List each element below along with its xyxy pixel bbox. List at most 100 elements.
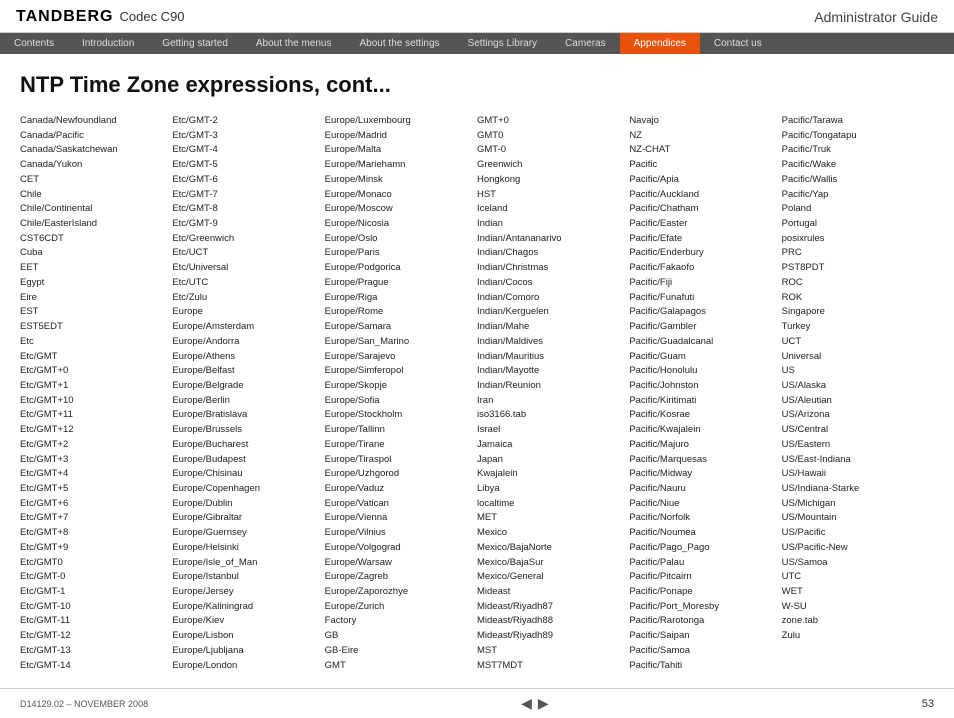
nav-item-about-the-settings[interactable]: About the settings [346,33,454,54]
timezone-entry: Pacific/Enderbury [629,246,777,261]
timezone-entry: Pacific/Tongatapu [782,129,930,144]
timezone-entry: Navajo [629,114,777,129]
timezone-entry: Etc/UTC [172,276,320,291]
timezone-entry: GMT [325,659,473,674]
timezone-entry: Etc/GMT+6 [20,497,168,512]
timezone-entry: Etc/GMT+3 [20,453,168,468]
timezone-entry: Pacific/Majuro [629,438,777,453]
timezone-entry: Europe/San_Marino [325,335,473,350]
nav-item-about-the-menus[interactable]: About the menus [242,33,346,54]
logo-tandberg: TANDBERG [16,8,113,26]
timezone-entry: Canada/Pacific [20,129,168,144]
timezone-entry: Etc/GMT+10 [20,394,168,409]
prev-page-button[interactable]: ◀ [521,695,532,712]
timezone-entry: Etc/GMT+8 [20,526,168,541]
timezone-entry: Etc/GMT-1 [20,585,168,600]
timezone-entry: Pacific/Pago_Pago [629,541,777,556]
timezone-entry: Indian/Mahe [477,320,625,335]
nav-item-contact-us[interactable]: Contact us [700,33,776,54]
timezone-entry: EST [20,305,168,320]
timezone-entry: Pacific [629,158,777,173]
timezone-entry: Europe/Tirane [325,438,473,453]
timezone-entry: Indian/Mauritius [477,350,625,365]
timezone-entry: Israel [477,423,625,438]
timezone-entry: Europe/Simferopol [325,364,473,379]
timezone-entry: Europe/Paris [325,246,473,261]
timezone-entry: Pacific/Tarawa [782,114,930,129]
timezone-entry: Eire [20,291,168,306]
timezone-entry: iso3166.tab [477,408,625,423]
timezone-entry: Indian/Cocos [477,276,625,291]
timezone-entry: Etc/GMT-12 [20,629,168,644]
page-footer: D14129.02 – NOVEMBER 2008 ◀ ▶ 53 [0,688,954,718]
timezone-entry: US/Central [782,423,930,438]
timezone-entry: Japan [477,453,625,468]
timezone-entry: Etc/GMT-14 [20,659,168,674]
next-page-button[interactable]: ▶ [538,695,549,712]
timezone-entry: localtime [477,497,625,512]
timezone-entry: Pacific/Fakaofo [629,261,777,276]
timezone-entry: Pacific/Gambler [629,320,777,335]
nav-item-settings-library[interactable]: Settings Library [454,33,551,54]
timezone-entry: Europe/Amsterdam [172,320,320,335]
timezone-entry: Pacific/Niue [629,497,777,512]
timezone-entry: Europe/Sarajevo [325,350,473,365]
timezone-entry: Pacific/Efate [629,232,777,247]
timezone-entry: Etc/GMT+2 [20,438,168,453]
timezone-entry: Pacific/Johnston [629,379,777,394]
timezone-entry: Canada/Newfoundland [20,114,168,129]
timezone-entry: MST [477,644,625,659]
timezone-entry: US/Mountain [782,511,930,526]
timezone-entry: Europe/Stockholm [325,408,473,423]
timezone-entry: Etc/GMT+5 [20,482,168,497]
timezone-entry: Europe/Oslo [325,232,473,247]
timezone-entry: Europe/Lisbon [172,629,320,644]
timezone-entry: Pacific/Midway [629,467,777,482]
footer-navigation: ◀ ▶ [521,695,549,712]
timezone-entry: Europe/Tallinn [325,423,473,438]
timezone-entry: Pacific/Wallis [782,173,930,188]
timezone-entry: Pacific/Port_Moresby [629,600,777,615]
timezone-entry: Etc/GMT+11 [20,408,168,423]
page-number: 53 [922,698,934,710]
timezone-entry: Etc/GMT+7 [20,511,168,526]
timezone-column-5: Pacific/TarawaPacific/TongatapuPacific/T… [782,114,934,673]
timezone-entry: Etc/GMT+0 [20,364,168,379]
timezone-entry: zone.tab [782,614,930,629]
timezone-entry: Hongkong [477,173,625,188]
timezone-entry: Europe/Bratislava [172,408,320,423]
timezone-entry: Europe/Mariehamn [325,158,473,173]
timezone-entry: Pacific/Guadalcanal [629,335,777,350]
timezone-entry: Pacific/Fiji [629,276,777,291]
nav-item-appendices[interactable]: Appendices [620,33,700,54]
timezone-entry: Etc [20,335,168,350]
nav-item-cameras[interactable]: Cameras [551,33,620,54]
timezone-entry: Europe/Warsaw [325,556,473,571]
timezone-entry: Etc/GMT-13 [20,644,168,659]
timezone-entry: Pacific/Marquesas [629,453,777,468]
timezone-entry: Etc/GMT+9 [20,541,168,556]
timezone-entry: Mideast/Riyadh89 [477,629,625,644]
timezone-entry: Indian [477,217,625,232]
nav-item-introduction[interactable]: Introduction [68,33,148,54]
timezone-entry: Europe/Skopje [325,379,473,394]
timezone-entry: Singapore [782,305,930,320]
timezone-entry: Etc/GMT-6 [172,173,320,188]
timezone-entry: Iceland [477,202,625,217]
timezone-entry: Indian/Reunion [477,379,625,394]
timezone-entry: Zulu [782,629,930,644]
timezone-entry: MET [477,511,625,526]
timezone-entry: Europe/Moscow [325,202,473,217]
timezone-entry: Portugal [782,217,930,232]
header-left: TANDBERG Codec C90 [16,8,185,26]
timezone-entry: Europe/Copenhagen [172,482,320,497]
timezone-entry: Mexico/General [477,570,625,585]
nav-item-contents[interactable]: Contents [0,33,68,54]
timezone-entry: Etc/GMT-2 [172,114,320,129]
nav-item-getting-started[interactable]: Getting started [148,33,242,54]
timezone-entry: US/Aleutian [782,394,930,409]
timezone-entry: Indian/Mayotte [477,364,625,379]
timezone-entry: Europe/Vilnius [325,526,473,541]
timezone-entry: Mideast [477,585,625,600]
timezone-entry: Europe/Budapest [172,453,320,468]
